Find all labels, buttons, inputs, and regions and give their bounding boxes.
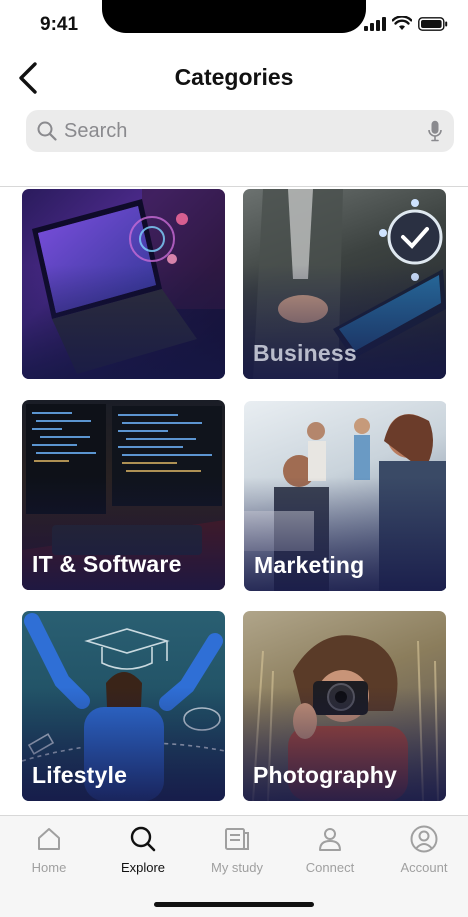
page-title: Categories <box>174 64 294 90</box>
home-indicator <box>154 902 314 907</box>
tab-label: Account <box>400 860 448 875</box>
book-icon <box>222 824 252 854</box>
category-label: Business <box>253 340 357 366</box>
category-grid: Business IT & Software Marketing Lifesty… <box>22 189 446 814</box>
person-icon <box>315 824 345 854</box>
tab-label: Explore <box>120 860 166 875</box>
search-input[interactable] <box>64 111 426 151</box>
category-label: Lifestyle <box>32 762 128 788</box>
tab-explore[interactable]: Explore <box>96 824 190 875</box>
header: Categories <box>0 54 468 106</box>
wifi-icon <box>391 15 413 36</box>
card-overlay <box>22 189 225 379</box>
category-card-lifestyle[interactable]: Lifestyle <box>22 611 225 801</box>
account-icon <box>409 824 439 854</box>
status-icons <box>364 15 448 36</box>
device-notch <box>102 0 366 33</box>
tab-home[interactable]: Home <box>2 824 96 875</box>
category-label: Photography <box>253 762 398 788</box>
category-label: Marketing <box>254 552 365 578</box>
search-icon <box>36 120 58 142</box>
cellular-signal-icon <box>364 16 386 36</box>
search-icon <box>128 824 158 854</box>
tab-connect[interactable]: Connect <box>283 824 377 875</box>
status-bar: 9:41 <box>0 0 468 54</box>
category-label: IT & Software <box>32 551 182 577</box>
tab-label: Home <box>31 860 67 875</box>
search-bar[interactable] <box>26 110 454 152</box>
tab-label: Connect <box>305 860 355 875</box>
tab-account[interactable]: Account <box>377 824 468 875</box>
category-card-photography[interactable]: Photography <box>243 611 446 801</box>
battery-icon <box>418 16 448 36</box>
microphone-icon[interactable] <box>426 119 444 143</box>
tab-label: My study <box>210 860 263 875</box>
category-card-ai[interactable] <box>22 189 225 379</box>
tab-my-study[interactable]: My study <box>190 824 284 875</box>
home-icon <box>34 824 64 854</box>
header-divider <box>0 186 468 187</box>
category-card-business[interactable]: Business <box>243 189 446 379</box>
status-time: 9:41 <box>40 14 79 35</box>
category-card-it-software[interactable]: IT & Software <box>22 400 225 590</box>
category-card-marketing[interactable]: Marketing <box>244 401 446 591</box>
